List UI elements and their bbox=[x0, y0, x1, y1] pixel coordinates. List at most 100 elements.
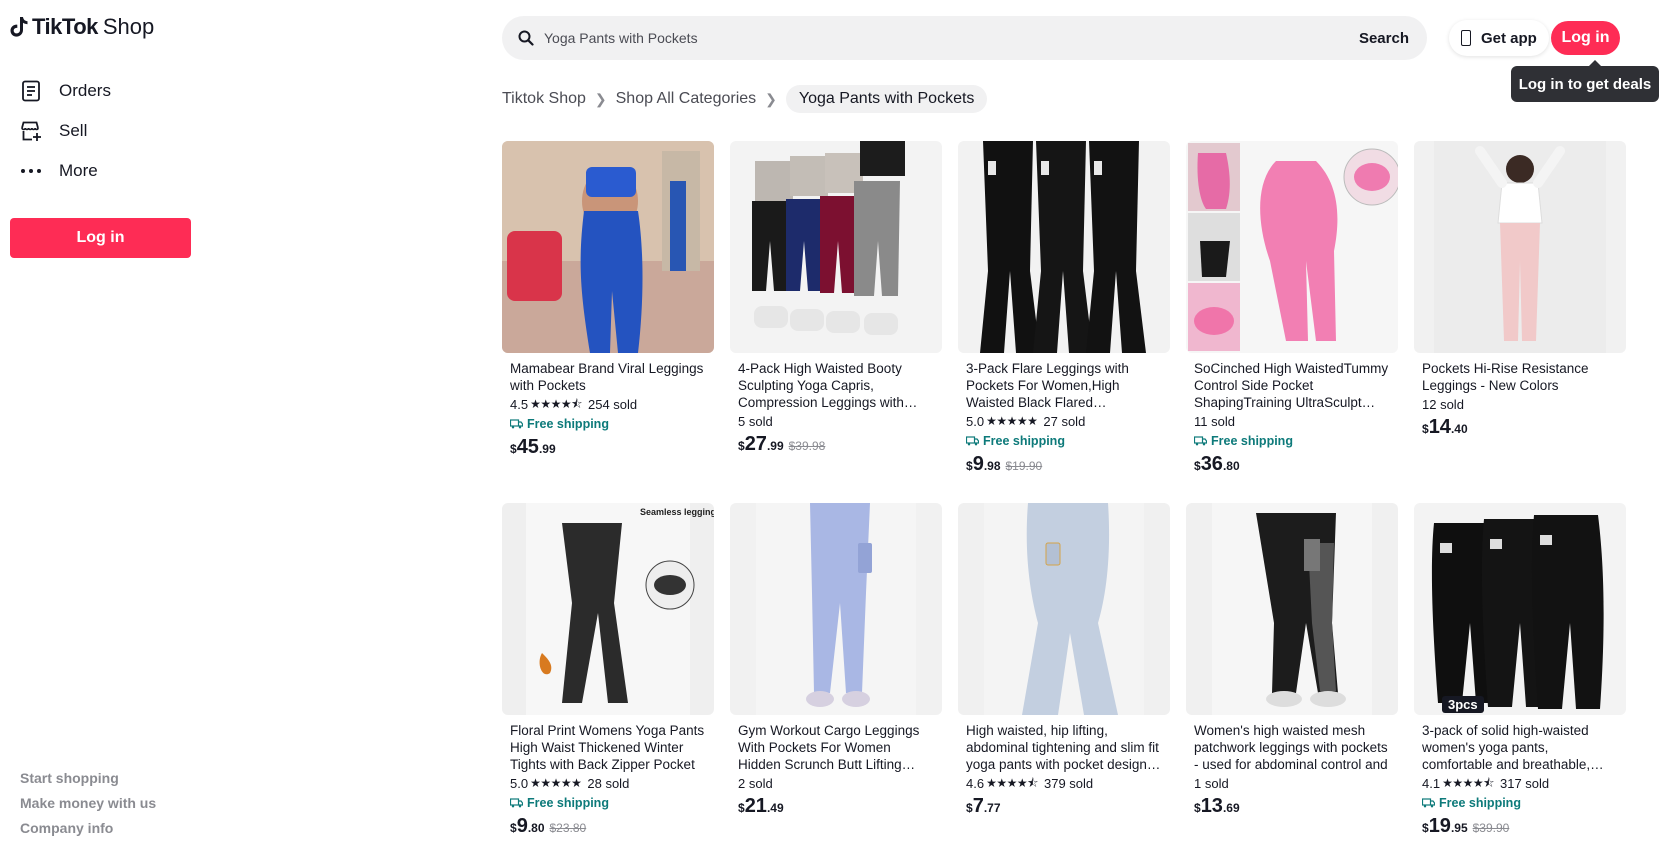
header-login-button[interactable]: Log in bbox=[1551, 21, 1620, 55]
sold-count: 11 sold bbox=[1194, 414, 1235, 429]
product-card[interactable]: 4-Pack High Waisted Booty Sculpting Yoga… bbox=[730, 141, 942, 493]
product-image[interactable]: Seamless leggings bbox=[502, 503, 714, 715]
product-image[interactable] bbox=[1414, 141, 1626, 353]
product-rating: 2 sold bbox=[738, 775, 934, 792]
product-price: $ 19 .95 $39.90 bbox=[1422, 815, 1618, 838]
free-shipping-label: Free shipping bbox=[527, 417, 609, 431]
orders-icon bbox=[20, 80, 42, 102]
truck-icon bbox=[1194, 436, 1207, 446]
sidebar-item-label: Sell bbox=[59, 121, 88, 140]
search-button[interactable]: Search bbox=[1359, 30, 1409, 47]
login-tooltip: Log in to get deals bbox=[1511, 60, 1659, 102]
price-integer: 27 bbox=[744, 433, 767, 455]
product-title[interactable]: SoCinched High WaistedTummy Control Side… bbox=[1194, 360, 1390, 411]
price-currency: $ bbox=[738, 801, 745, 815]
footer-link-make-money[interactable]: Make money with us bbox=[20, 791, 156, 816]
sidebar-item-orders[interactable]: Orders bbox=[20, 76, 111, 106]
breadcrumb-tiktok-shop[interactable]: Tiktok Shop bbox=[502, 90, 586, 108]
product-price: $ 9 .80 $23.80 bbox=[510, 815, 706, 838]
free-shipping-badge: Free shipping bbox=[510, 415, 706, 433]
product-rating: 1 sold bbox=[1194, 775, 1390, 792]
product-image[interactable]: 3pcs bbox=[1414, 503, 1626, 715]
price-integer: 19 bbox=[1428, 815, 1451, 837]
image-caption: Seamless leggings bbox=[640, 507, 714, 517]
price-currency: $ bbox=[1422, 821, 1429, 835]
product-title[interactable]: Gym Workout Cargo Leggings With Pockets … bbox=[738, 722, 934, 773]
sidebar-item-more[interactable]: More bbox=[20, 156, 98, 186]
product-image[interactable] bbox=[958, 141, 1170, 353]
product-title[interactable]: 3-Pack Flare Leggings with Pockets For W… bbox=[966, 360, 1162, 411]
breadcrumb-current: Yoga Pants with Pockets bbox=[785, 85, 988, 113]
search-bar: Search bbox=[502, 16, 1427, 60]
price-decimal: .80 bbox=[1222, 459, 1240, 473]
sold-count: 379 sold bbox=[1043, 776, 1094, 791]
price-currency: $ bbox=[966, 801, 973, 815]
breadcrumb-all-categories[interactable]: Shop All Categories bbox=[616, 90, 757, 108]
get-app-label: Get app bbox=[1481, 29, 1537, 47]
sidebar-login-button[interactable]: Log in bbox=[10, 218, 191, 258]
product-rating: 5.0 ★★★★★ 27 sold bbox=[966, 413, 1162, 430]
product-rating: 4.5 ★★★★⯪ 254 sold bbox=[510, 396, 706, 413]
sold-count: 27 sold bbox=[1043, 414, 1086, 429]
free-shipping-badge: Free shipping bbox=[966, 432, 1162, 450]
product-card[interactable]: SoCinched High WaistedTummy Control Side… bbox=[1186, 141, 1398, 493]
product-title[interactable]: High waisted, hip lifting, abdominal tig… bbox=[966, 722, 1162, 773]
price-decimal: .98 bbox=[983, 459, 1001, 473]
free-shipping-badge: Free shipping bbox=[1422, 794, 1618, 812]
search-input[interactable] bbox=[544, 30, 1359, 46]
sidebar-item-label: Orders bbox=[59, 81, 111, 100]
free-shipping-label: Free shipping bbox=[1439, 796, 1521, 810]
footer-link-start-shopping[interactable]: Start shopping bbox=[20, 766, 156, 791]
product-card[interactable]: Seamless leggings Floral Print Womens Yo… bbox=[502, 503, 714, 855]
get-app-button[interactable]: Get app bbox=[1449, 20, 1549, 56]
product-price: $ 9 .98 $19.90 bbox=[966, 453, 1162, 476]
sidebar-footer: Start shopping Make money with us Compan… bbox=[20, 766, 156, 841]
price-integer: 21 bbox=[744, 795, 767, 817]
product-image[interactable] bbox=[730, 141, 942, 353]
original-price: $39.90 bbox=[1472, 821, 1510, 835]
product-title[interactable]: Women's high waisted mesh patchwork legg… bbox=[1194, 722, 1390, 773]
product-price: $ 27 .99 $39.98 bbox=[738, 433, 934, 456]
product-price: $ 36 .80 bbox=[1194, 453, 1390, 476]
product-image[interactable] bbox=[1186, 503, 1398, 715]
footer-link-company-info[interactable]: Company info bbox=[20, 816, 156, 841]
product-price: $ 21 .49 bbox=[738, 795, 934, 818]
price-integer: 13 bbox=[1200, 795, 1223, 817]
sidebar: TikTok Shop Orders Sell More Log in Star… bbox=[0, 0, 230, 846]
product-title[interactable]: Pockets Hi-Rise Resistance Leggings - Ne… bbox=[1422, 360, 1618, 394]
price-decimal: .40 bbox=[1450, 422, 1468, 436]
breadcrumb: Tiktok Shop ❯ Shop All Categories ❯ Yoga… bbox=[502, 85, 988, 113]
product-price: $ 14 .40 bbox=[1422, 416, 1618, 439]
price-decimal: .99 bbox=[766, 439, 784, 453]
rating-stars-icon: ★★★★★ bbox=[986, 414, 1038, 428]
product-card[interactable]: Pockets Hi-Rise Resistance Leggings - Ne… bbox=[1414, 141, 1626, 493]
product-card[interactable]: Mamabear Brand Viral Leggings with Pocke… bbox=[502, 141, 714, 493]
product-image[interactable] bbox=[502, 141, 714, 353]
price-integer: 9 bbox=[972, 453, 984, 475]
truck-icon bbox=[510, 798, 523, 808]
product-card[interactable]: High waisted, hip lifting, abdominal tig… bbox=[958, 503, 1170, 855]
price-decimal: .77 bbox=[983, 801, 1001, 815]
product-rating: 4.6 ★★★★⯪ 379 sold bbox=[966, 775, 1162, 792]
product-title[interactable]: 4-Pack High Waisted Booty Sculpting Yoga… bbox=[738, 360, 934, 411]
tiktok-shop-logo[interactable]: TikTok Shop bbox=[10, 12, 154, 42]
rating-value: 5.0 bbox=[966, 414, 985, 429]
product-card[interactable]: 3pcs 3-pack of solid high-waisted women'… bbox=[1414, 503, 1626, 855]
product-card[interactable]: 3-Pack Flare Leggings with Pockets For W… bbox=[958, 141, 1170, 493]
price-integer: 36 bbox=[1200, 453, 1223, 475]
price-decimal: .95 bbox=[1450, 821, 1468, 835]
product-card[interactable]: Women's high waisted mesh patchwork legg… bbox=[1186, 503, 1398, 855]
price-currency: $ bbox=[738, 439, 745, 453]
product-title[interactable]: 3-pack of solid high-waisted women's yog… bbox=[1422, 722, 1618, 773]
rating-stars-icon: ★★★★★ bbox=[530, 776, 582, 790]
product-rating: 11 sold bbox=[1194, 413, 1390, 430]
product-rating: 4.1 ★★★★⯪ 317 sold bbox=[1422, 775, 1618, 792]
product-title[interactable]: Mamabear Brand Viral Leggings with Pocke… bbox=[510, 360, 706, 394]
product-title[interactable]: Floral Print Womens Yoga Pants High Wais… bbox=[510, 722, 706, 773]
product-image[interactable] bbox=[958, 503, 1170, 715]
product-card[interactable]: Gym Workout Cargo Leggings With Pockets … bbox=[730, 503, 942, 855]
rating-value: 4.1 bbox=[1422, 776, 1441, 791]
product-image[interactable] bbox=[730, 503, 942, 715]
sidebar-item-sell[interactable]: Sell bbox=[20, 116, 87, 146]
product-image[interactable] bbox=[1186, 141, 1398, 353]
